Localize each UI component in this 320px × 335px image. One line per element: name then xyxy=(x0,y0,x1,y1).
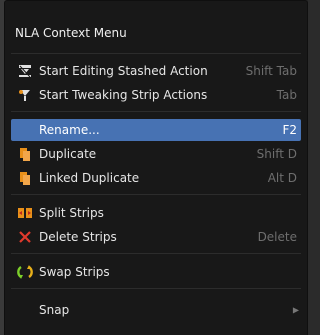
menu-item-label: Snap xyxy=(39,303,70,317)
menu-item-shortcut: Alt D xyxy=(267,171,297,185)
menu-separator xyxy=(11,253,301,254)
menu-item-label: Duplicate xyxy=(39,147,97,161)
menu-separator xyxy=(11,53,301,54)
menu-item-shortcut: F2 xyxy=(282,123,297,137)
menu-item-snap[interactable]: Snap ▶ xyxy=(11,299,301,321)
swap-strips-icon xyxy=(17,264,33,280)
menu-item-linked-duplicate[interactable]: Linked Duplicate Alt D xyxy=(11,167,301,189)
menu-item-label: Rename... xyxy=(39,123,100,137)
menu-item-label: Delete Strips xyxy=(39,230,117,244)
submenu-arrow-icon: ▶ xyxy=(292,305,299,315)
menu-item-start-tweaking-strip-actions[interactable]: Start Tweaking Strip Actions Tab xyxy=(11,84,301,106)
menu-separator xyxy=(11,194,301,195)
menu-item-swap-strips[interactable]: Swap Strips xyxy=(11,261,301,283)
menu-item-label: Swap Strips xyxy=(39,265,110,279)
nla-context-menu: NLA Context Menu Start Editing Stashed A… xyxy=(4,0,308,335)
menu-item-label: Linked Duplicate xyxy=(39,171,140,185)
menu-item-label: Start Tweaking Strip Actions xyxy=(39,88,208,102)
duplicate-icon xyxy=(17,146,33,162)
menu-item-shortcut: Delete xyxy=(257,230,297,244)
linked-duplicate-icon xyxy=(17,170,33,186)
edit-stashed-action-icon xyxy=(17,63,33,79)
menu-item-start-editing-stashed-action[interactable]: Start Editing Stashed Action Shift Tab xyxy=(11,60,301,82)
menu-item-shortcut: Shift Tab xyxy=(245,64,297,78)
menu-separator xyxy=(11,111,301,112)
menu-item-label: Start Editing Stashed Action xyxy=(39,64,208,78)
menu-item-rename[interactable]: Rename... F2 xyxy=(11,119,301,141)
menu-item-duplicate[interactable]: Duplicate Shift D xyxy=(11,143,301,165)
menu-item-shortcut: Tab xyxy=(276,88,297,102)
menu-item-delete-strips[interactable]: Delete Strips Delete xyxy=(11,226,301,248)
delete-x-icon xyxy=(17,229,33,245)
menu-item-split-strips[interactable]: Split Strips xyxy=(11,202,301,224)
split-strips-icon xyxy=(17,205,33,221)
menu-separator xyxy=(11,288,301,289)
menu-title: NLA Context Menu xyxy=(15,26,127,40)
menu-item-shortcut: Shift D xyxy=(256,147,297,161)
menu-item-label: Split Strips xyxy=(39,206,104,220)
tweak-strip-icon xyxy=(17,87,33,103)
